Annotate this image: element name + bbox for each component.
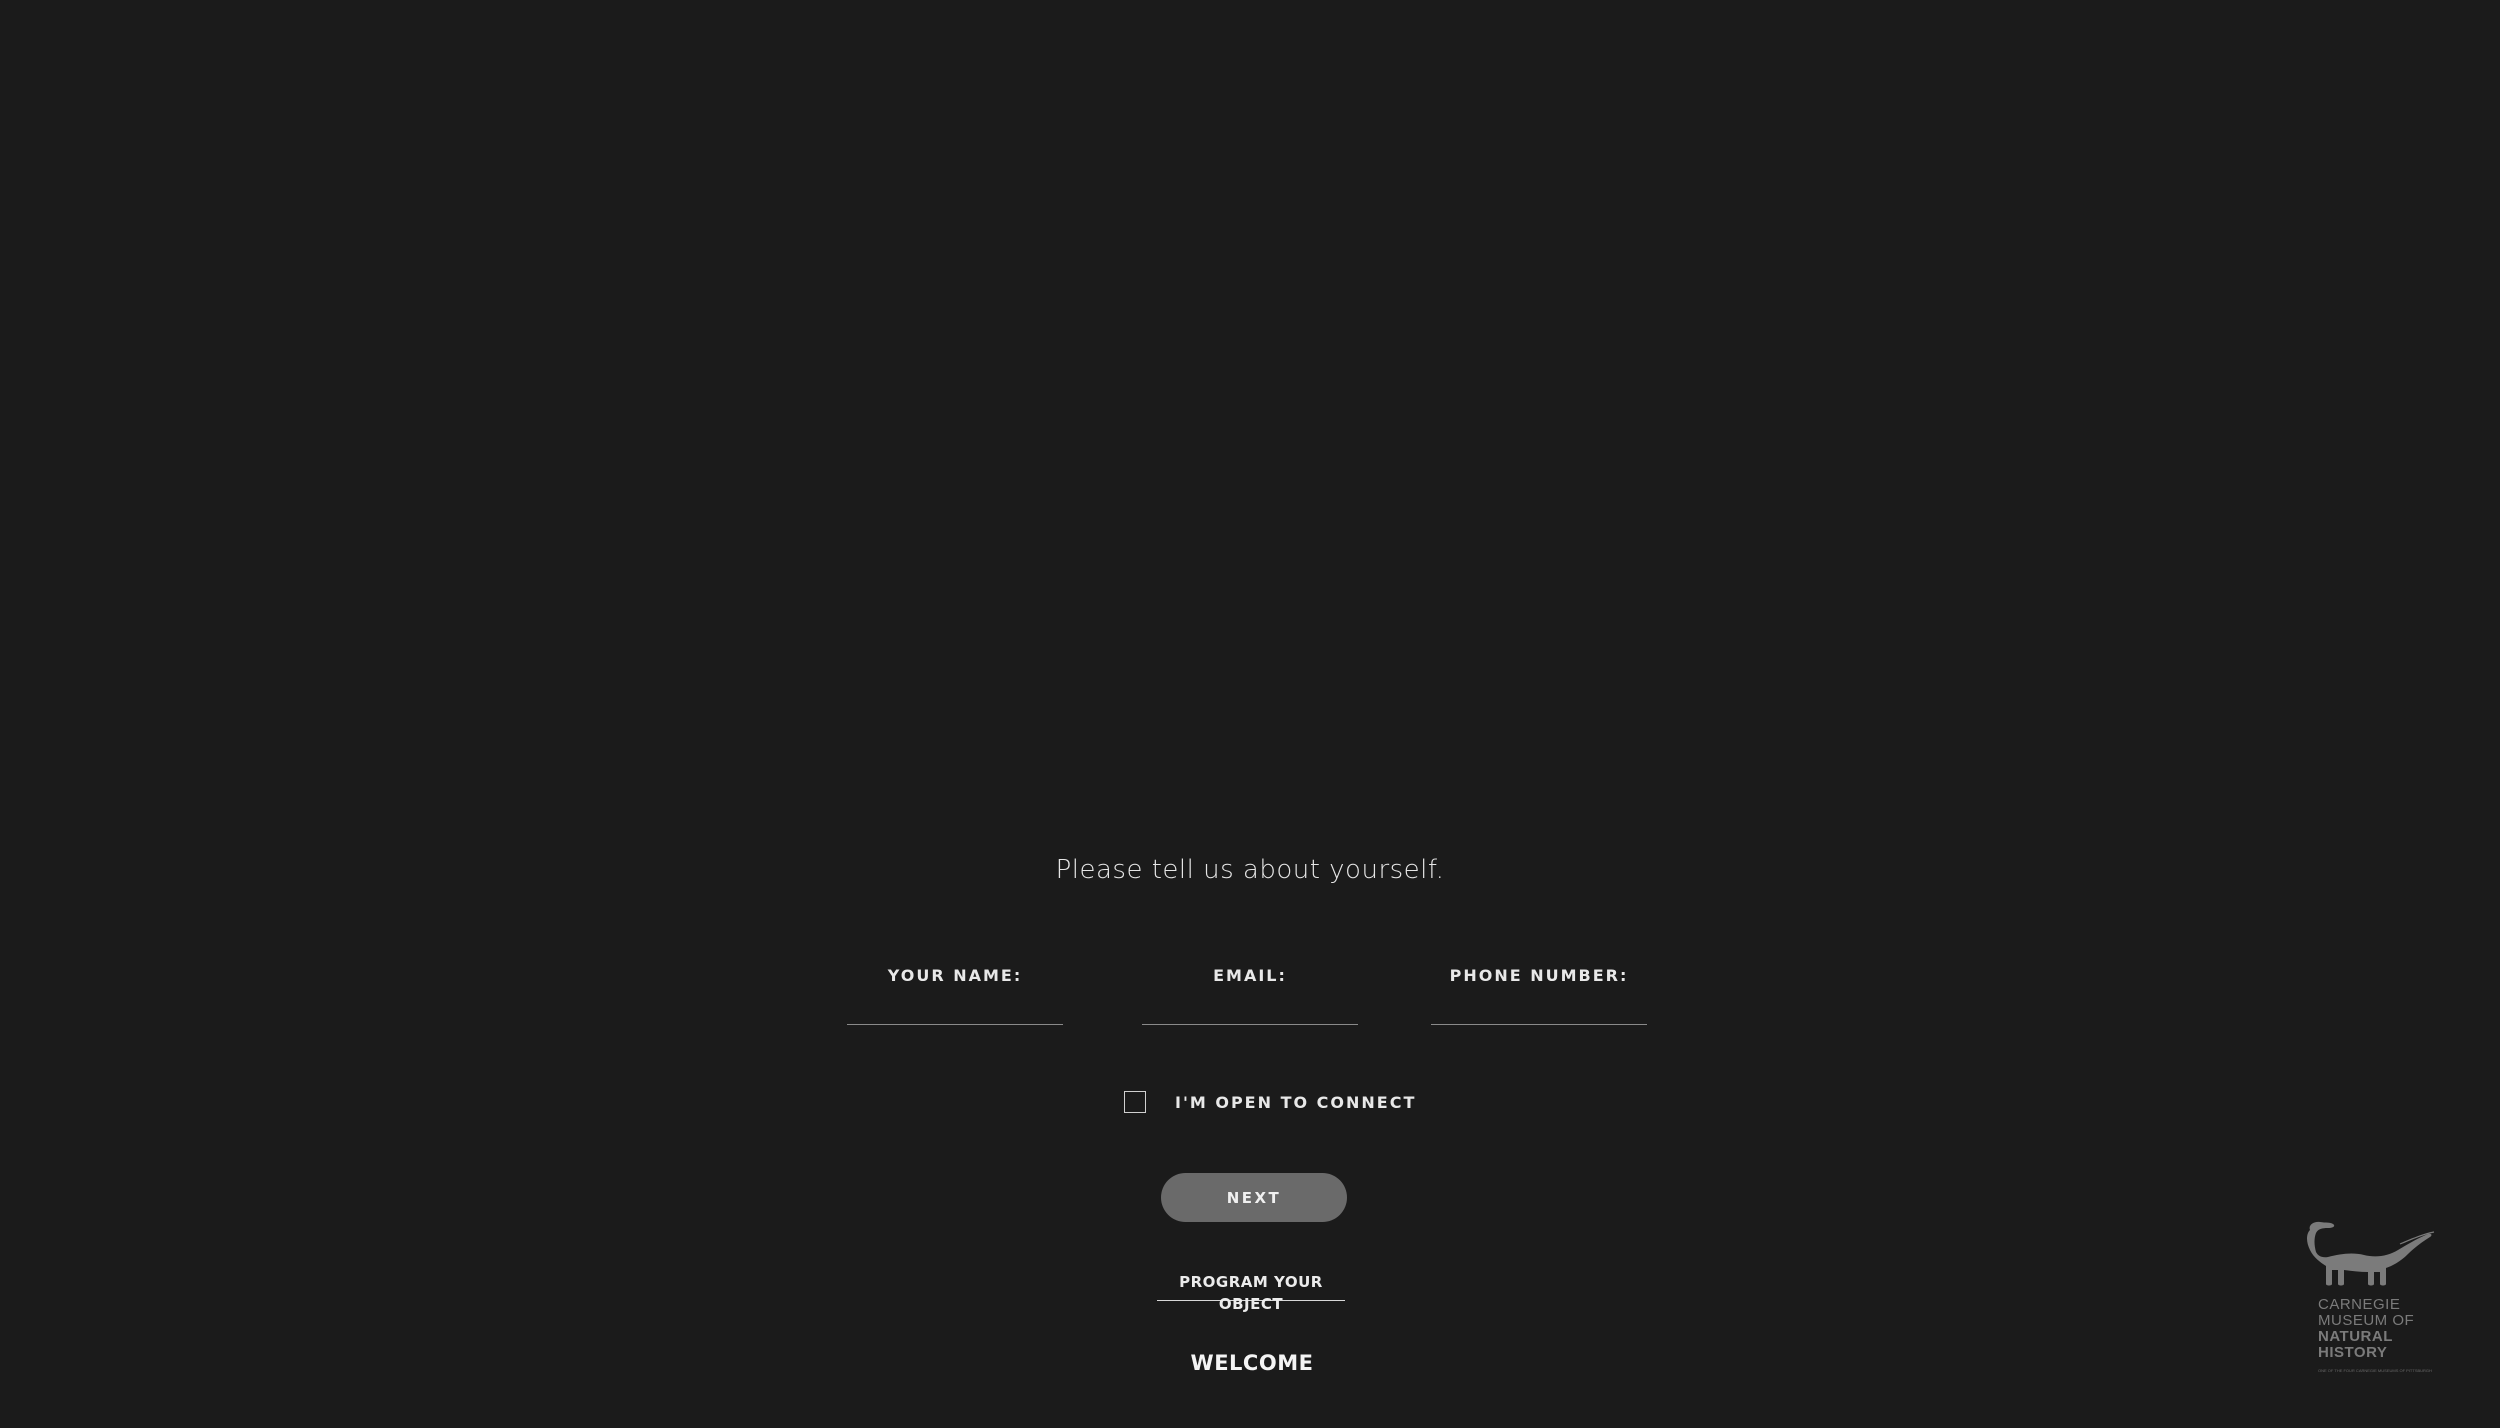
logo-line-3: NATURAL	[2318, 1328, 2393, 1345]
logo-line-1: CARNEGIE	[2318, 1296, 2401, 1313]
email-input[interactable]	[1142, 997, 1358, 1025]
logo-line-2: MUSEUM OF	[2318, 1312, 2415, 1329]
museum-logo: CARNEGIE MUSEUM OF NATURAL HISTORY ONE O…	[2300, 1220, 2440, 1380]
connect-label[interactable]: I'M OPEN TO CONNECT	[1175, 1093, 1416, 1112]
dinosaur-icon	[2307, 1221, 2435, 1286]
connect-option[interactable]: I'M OPEN TO CONNECT	[1124, 1090, 1416, 1114]
phone-input[interactable]	[1431, 997, 1647, 1025]
logo-line-4: HISTORY	[2318, 1344, 2388, 1361]
phone-field-label: PHONE NUMBER:	[1449, 966, 1629, 985]
next-button[interactable]: NEXT	[1161, 1173, 1347, 1222]
welcome-link[interactable]: WELCOME	[0, 1351, 2500, 1375]
logo-tagline: ONE OF THE FOUR CARNEGIE MUSEUMS OF PITT…	[2318, 1368, 2432, 1373]
name-field-label: YOUR NAME:	[887, 966, 1023, 985]
phone-field: PHONE NUMBER:	[1431, 965, 1647, 1027]
program-your-object-link[interactable]: PROGRAM YOUR OBJECT	[1157, 1271, 1345, 1313]
name-field: YOUR NAME:	[847, 965, 1063, 1027]
email-field: EMAIL:	[1142, 965, 1358, 1027]
email-field-label: EMAIL:	[1213, 966, 1287, 985]
logo-text: CARNEGIE MUSEUM OF NATURAL HISTORY	[2318, 1297, 2414, 1361]
form-prompt: Please tell us about yourself.	[1055, 855, 1445, 885]
name-input[interactable]	[847, 997, 1063, 1025]
page: Please tell us about yourself. YOUR NAME…	[0, 0, 2500, 1428]
connect-checkbox[interactable]	[1124, 1091, 1146, 1113]
